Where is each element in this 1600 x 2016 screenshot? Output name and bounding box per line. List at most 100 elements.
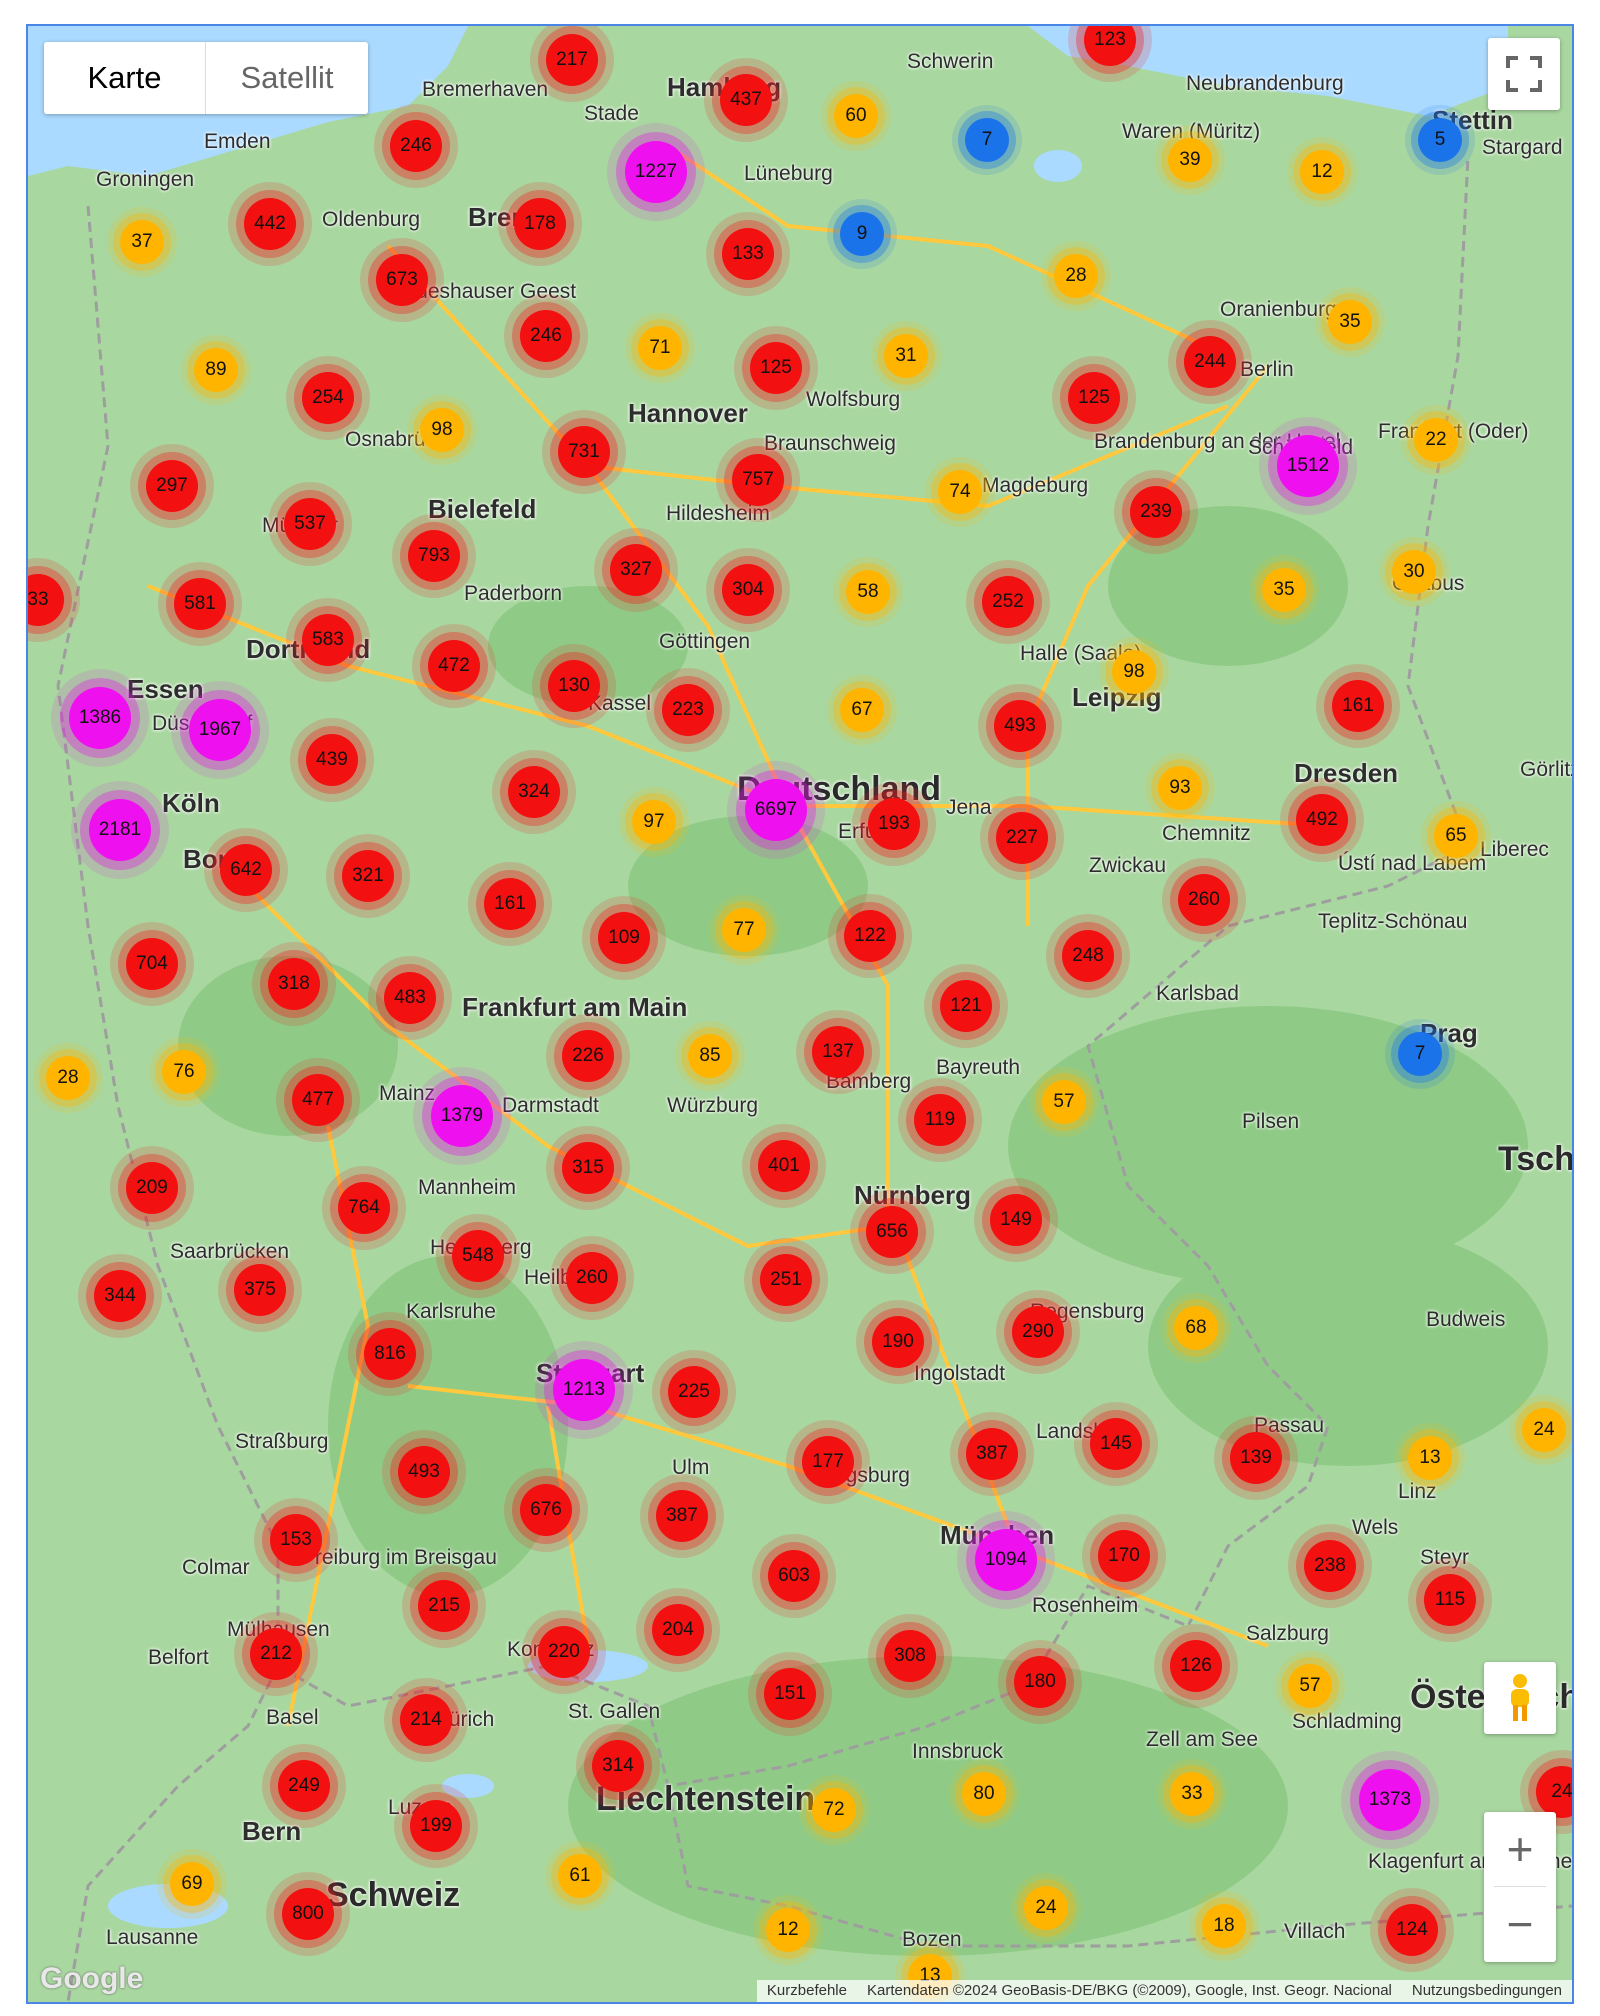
- marker-cluster-red[interactable]: 676: [520, 1484, 572, 1536]
- marker-cluster-red[interactable]: 246: [390, 120, 442, 172]
- marker-cluster-red[interactable]: 401: [758, 1140, 810, 1192]
- map-type-satellite-button[interactable]: Satellit: [206, 42, 368, 114]
- marker-cluster-orange[interactable]: 37: [120, 220, 164, 264]
- marker-cluster-red[interactable]: 731: [558, 426, 610, 478]
- marker-cluster-red[interactable]: 581: [174, 578, 226, 630]
- marker-cluster-orange[interactable]: 57: [1288, 1664, 1332, 1708]
- marker-cluster-red[interactable]: 254: [302, 372, 354, 424]
- marker-cluster-red[interactable]: 757: [732, 454, 784, 506]
- marker-cluster-red[interactable]: 492: [1296, 794, 1348, 846]
- marker-cluster-red[interactable]: 304: [722, 564, 774, 616]
- marker-cluster-red[interactable]: 252: [982, 576, 1034, 628]
- marker-cluster-orange[interactable]: 24: [1024, 1886, 1068, 1930]
- zoom-in-button[interactable]: +: [1484, 1812, 1556, 1886]
- marker-cluster-red[interactable]: 215: [418, 1580, 470, 1632]
- marker-cluster-orange[interactable]: 72: [812, 1788, 856, 1832]
- marker-cluster-orange[interactable]: 12: [1300, 150, 1344, 194]
- marker-cluster-red[interactable]: 297: [146, 460, 198, 512]
- marker-cluster-orange[interactable]: 35: [1262, 568, 1306, 612]
- marker-cluster-red[interactable]: 223: [662, 684, 714, 736]
- marker-cluster-red[interactable]: 324: [508, 766, 560, 818]
- marker-cluster-orange[interactable]: 18: [1202, 1904, 1246, 1948]
- marker-cluster-red[interactable]: 290: [1012, 1306, 1064, 1358]
- marker-cluster-red[interactable]: 109: [598, 912, 650, 964]
- marker-cluster-red[interactable]: 493: [398, 1446, 450, 1498]
- marker-cluster-red[interactable]: 212: [250, 1628, 302, 1680]
- marker-cluster-orange[interactable]: 35: [1328, 300, 1372, 344]
- marker-cluster-red[interactable]: 137: [812, 1026, 864, 1078]
- marker-cluster-red[interactable]: 226: [562, 1030, 614, 1082]
- marker-cluster-red[interactable]: 439: [306, 734, 358, 786]
- marker-cluster-red[interactable]: 344: [94, 1270, 146, 1322]
- map-frame[interactable]: HamburgSchwerinNeubrandenburgStadeLünebu…: [26, 24, 1574, 2004]
- marker-cluster-red[interactable]: 244: [1184, 336, 1236, 388]
- marker-cluster-red[interactable]: 537: [284, 498, 336, 550]
- marker-cluster-orange[interactable]: 71: [638, 326, 682, 370]
- marker-cluster-red[interactable]: 387: [966, 1428, 1018, 1480]
- marker-cluster-red[interactable]: 124: [1386, 1904, 1438, 1956]
- marker-cluster-magenta[interactable]: 1512: [1277, 435, 1339, 497]
- marker-cluster-red[interactable]: 190: [872, 1316, 924, 1368]
- marker-cluster-orange[interactable]: 98: [1112, 650, 1156, 694]
- marker-cluster-red[interactable]: 656: [866, 1206, 918, 1258]
- marker-cluster-orange[interactable]: 12: [766, 1908, 810, 1952]
- marker-cluster-magenta[interactable]: 1213: [553, 1359, 615, 1421]
- marker-cluster-red[interactable]: 153: [270, 1514, 322, 1566]
- marker-cluster-red[interactable]: 603: [768, 1550, 820, 1602]
- marker-cluster-red[interactable]: 125: [750, 342, 802, 394]
- marker-cluster-orange[interactable]: 61: [558, 1854, 602, 1898]
- marker-cluster-orange[interactable]: 68: [1174, 1306, 1218, 1350]
- marker-cluster-magenta[interactable]: 1967: [189, 699, 251, 761]
- marker-cluster-orange[interactable]: 31: [884, 334, 928, 378]
- marker-cluster-orange[interactable]: 39: [1168, 138, 1212, 182]
- marker-cluster-red[interactable]: 437: [720, 74, 772, 126]
- marker-cluster-red[interactable]: 149: [990, 1194, 1042, 1246]
- marker-cluster-blue[interactable]: 5: [1418, 118, 1462, 162]
- marker-cluster-orange[interactable]: 30: [1392, 550, 1436, 594]
- marker-cluster-red[interactable]: 238: [1304, 1540, 1356, 1592]
- marker-cluster-red[interactable]: 493: [994, 700, 1046, 752]
- marker-cluster-magenta[interactable]: 1386: [69, 687, 131, 749]
- marker-cluster-red[interactable]: 133: [722, 228, 774, 280]
- marker-cluster-red[interactable]: 548: [452, 1230, 504, 1282]
- marker-cluster-red[interactable]: 139: [1230, 1432, 1282, 1484]
- marker-cluster-red[interactable]: 151: [764, 1668, 816, 1720]
- marker-cluster-red[interactable]: 126: [1170, 1640, 1222, 1692]
- marker-cluster-red[interactable]: 239: [1130, 486, 1182, 538]
- marker-cluster-magenta[interactable]: 6697: [745, 779, 807, 841]
- marker-cluster-orange[interactable]: 98: [420, 408, 464, 452]
- marker-cluster-red[interactable]: 178: [514, 198, 566, 250]
- marker-cluster-orange[interactable]: 67: [840, 688, 884, 732]
- marker-cluster-red[interactable]: 161: [484, 878, 536, 930]
- marker-cluster-red[interactable]: 321: [342, 850, 394, 902]
- marker-cluster-blue[interactable]: 9: [840, 212, 884, 256]
- marker-cluster-orange[interactable]: 58: [846, 570, 890, 614]
- marker-cluster-red[interactable]: 248: [1062, 930, 1114, 982]
- marker-cluster-red[interactable]: 193: [868, 798, 920, 850]
- marker-cluster-orange[interactable]: 74: [938, 470, 982, 514]
- marker-cluster-red[interactable]: 375: [234, 1264, 286, 1316]
- marker-cluster-orange[interactable]: 60: [834, 94, 878, 138]
- marker-cluster-orange[interactable]: 24: [1522, 1408, 1566, 1452]
- marker-cluster-red[interactable]: 387: [656, 1490, 708, 1542]
- marker-cluster-red[interactable]: 125: [1068, 372, 1120, 424]
- marker-cluster-red[interactable]: 314: [592, 1740, 644, 1792]
- marker-cluster-red[interactable]: 704: [126, 938, 178, 990]
- marker-cluster-red[interactable]: 583: [302, 614, 354, 666]
- marker-cluster-red[interactable]: 145: [1090, 1418, 1142, 1470]
- marker-cluster-orange[interactable]: 65: [1434, 814, 1478, 858]
- marker-cluster-red[interactable]: 477: [292, 1074, 344, 1126]
- marker-cluster-blue[interactable]: 7: [1398, 1032, 1442, 1076]
- keyboard-shortcuts-link[interactable]: Kurzbefehle: [757, 1980, 857, 2002]
- zoom-out-button[interactable]: −: [1484, 1887, 1556, 1961]
- marker-cluster-red[interactable]: 793: [408, 530, 460, 582]
- marker-cluster-orange[interactable]: 28: [46, 1056, 90, 1100]
- marker-cluster-red[interactable]: 170: [1098, 1530, 1150, 1582]
- marker-cluster-red[interactable]: 483: [384, 972, 436, 1024]
- marker-cluster-orange[interactable]: 69: [170, 1862, 214, 1906]
- marker-cluster-red[interactable]: 161: [1332, 680, 1384, 732]
- marker-cluster-orange[interactable]: 13: [1408, 1436, 1452, 1480]
- marker-cluster-red[interactable]: 177: [802, 1436, 854, 1488]
- marker-cluster-orange[interactable]: 57: [1042, 1080, 1086, 1124]
- marker-cluster-blue[interactable]: 7: [965, 118, 1009, 162]
